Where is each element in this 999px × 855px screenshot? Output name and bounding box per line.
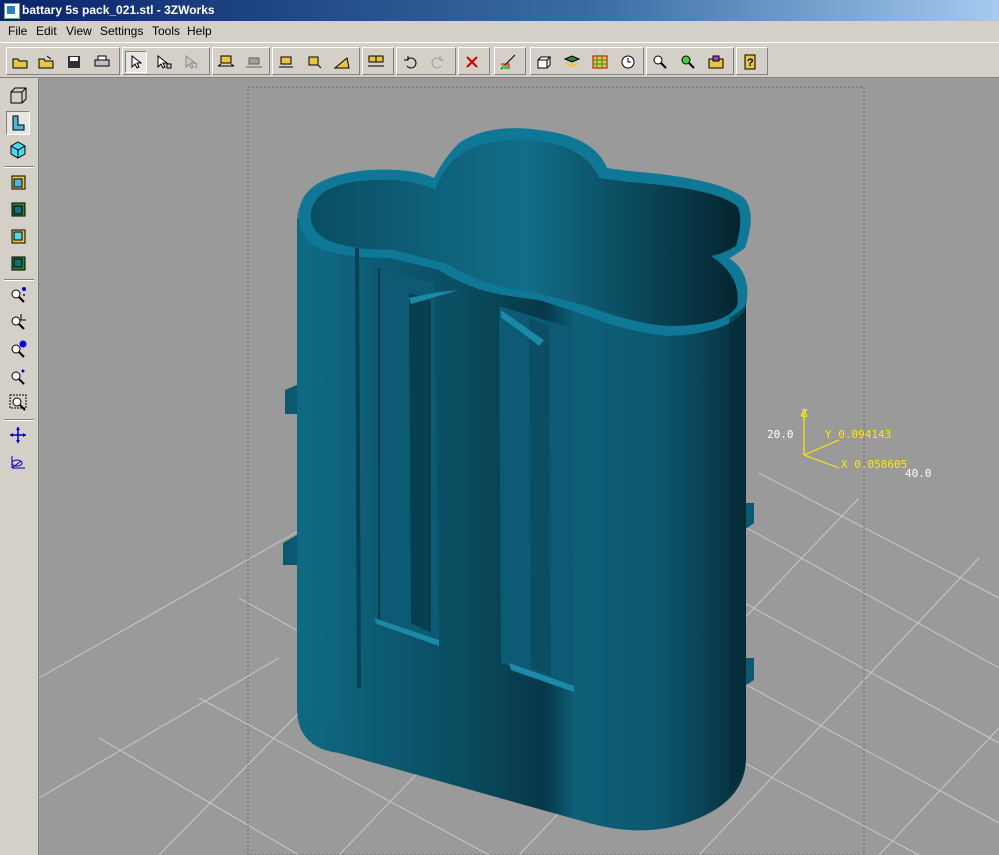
zoom-dots-icon[interactable]: [6, 283, 30, 307]
menu-view[interactable]: View: [64, 24, 94, 38]
scene-svg: Z Y 0.094143 X 0.058605 20.0 40.0: [39, 86, 999, 855]
help-icon[interactable]: ?: [739, 51, 761, 73]
menu-help[interactable]: Help: [185, 24, 214, 38]
toolbar-group-move: [212, 47, 270, 75]
toolbar-group-history: [396, 47, 456, 75]
window-title: battary 5s pack_021.stl - 3ZWorks: [22, 3, 215, 17]
sidebar-separator: [4, 419, 34, 421]
layers-icon[interactable]: [561, 51, 583, 73]
toolbar-group-measure: [494, 47, 526, 75]
select-arrow-icon[interactable]: [125, 51, 147, 73]
view-wire-box-icon[interactable]: [6, 84, 30, 108]
rib-left-shadow: [409, 293, 431, 633]
body-right-shade: [729, 303, 746, 793]
group-objects-icon[interactable]: [365, 51, 387, 73]
body-left-face: [297, 183, 339, 724]
delete-red-icon[interactable]: [461, 51, 483, 73]
toolbar-group-align: [272, 47, 360, 75]
view-front-icon[interactable]: [6, 170, 30, 194]
view-bottom-icon[interactable]: [6, 251, 30, 275]
toolbar-group-delete: [458, 47, 490, 75]
axis-z-label: Z: [801, 407, 808, 420]
menu-settings[interactable]: Settings: [98, 24, 145, 38]
menu-file[interactable]: File: [6, 24, 29, 38]
zoom-crop-icon[interactable]: [6, 310, 30, 334]
view-shaded-l-icon[interactable]: [6, 111, 30, 135]
zoom-point-icon[interactable]: [6, 364, 30, 388]
move-flat-icon[interactable]: [243, 51, 265, 73]
toolbar-group-file: [6, 47, 120, 75]
svg-text:?: ?: [747, 57, 754, 69]
zoom-in-blue-icon[interactable]: [6, 337, 30, 361]
toolbar-group-zoom: [646, 47, 734, 75]
save-icon[interactable]: [63, 51, 85, 73]
view-side-icon[interactable]: [6, 224, 30, 248]
box-view-icon[interactable]: [533, 51, 555, 73]
sidebar-separator: [4, 279, 34, 281]
select-z-icon[interactable]: z: [181, 51, 203, 73]
menu-edit[interactable]: Edit: [34, 24, 59, 38]
clock-icon[interactable]: [617, 51, 639, 73]
zoom-frame-icon[interactable]: [6, 391, 30, 415]
rotate-axis-icon[interactable]: [6, 450, 30, 474]
title-bar: battary 5s pack_021.stl - 3ZWorks: [0, 0, 999, 21]
sidebar-separator: [4, 166, 34, 168]
angle-icon[interactable]: [331, 51, 353, 73]
open-folder-icon[interactable]: [9, 51, 31, 73]
select-vertex-icon[interactable]: [153, 51, 175, 73]
grid-table-icon[interactable]: [589, 51, 611, 73]
toolbar-group-group: [362, 47, 394, 75]
view-cube-icon[interactable]: [6, 138, 30, 162]
groove-left: [355, 247, 361, 689]
move-horizontal-icon[interactable]: [215, 51, 237, 73]
left-toolbar: [0, 78, 39, 855]
undo-icon[interactable]: [399, 51, 421, 73]
menu-bar: File Edit View Settings Tools Help: [0, 21, 999, 40]
main-toolbar: z ?: [0, 42, 999, 78]
zoom-all-icon[interactable]: [677, 51, 699, 73]
pan-move-icon[interactable]: [6, 423, 30, 447]
align-rotate-icon[interactable]: [303, 51, 325, 73]
grid-measure-icon[interactable]: [497, 51, 519, 73]
view-back-icon[interactable]: [6, 197, 30, 221]
toolbar-group-help: ?: [736, 47, 768, 75]
svg-text:z: z: [194, 61, 198, 69]
print-icon[interactable]: [91, 51, 113, 73]
app-icon: [4, 3, 20, 19]
toolbar-group-view: [530, 47, 644, 75]
grid-label-40: 40.0: [905, 467, 932, 480]
toolbar-group-select: z: [122, 47, 210, 75]
axis-y-readout: Y 0.094143: [825, 428, 891, 441]
3d-viewport[interactable]: Z Y 0.094143 X 0.058605 20.0 40.0: [39, 78, 999, 855]
rib-right-shadow: [529, 318, 551, 676]
properties-icon[interactable]: [705, 51, 727, 73]
app-window: battary 5s pack_021.stl - 3ZWorks File E…: [0, 0, 999, 855]
grid-label-20: 20.0: [767, 428, 794, 441]
zoom-window-icon[interactable]: [649, 51, 671, 73]
open-folder-2-icon[interactable]: [35, 51, 57, 73]
align-top-icon[interactable]: [275, 51, 297, 73]
axis-x-readout: X 0.058605: [841, 458, 907, 471]
menu-tools[interactable]: Tools: [150, 24, 182, 38]
redo-icon[interactable]: [427, 51, 449, 73]
